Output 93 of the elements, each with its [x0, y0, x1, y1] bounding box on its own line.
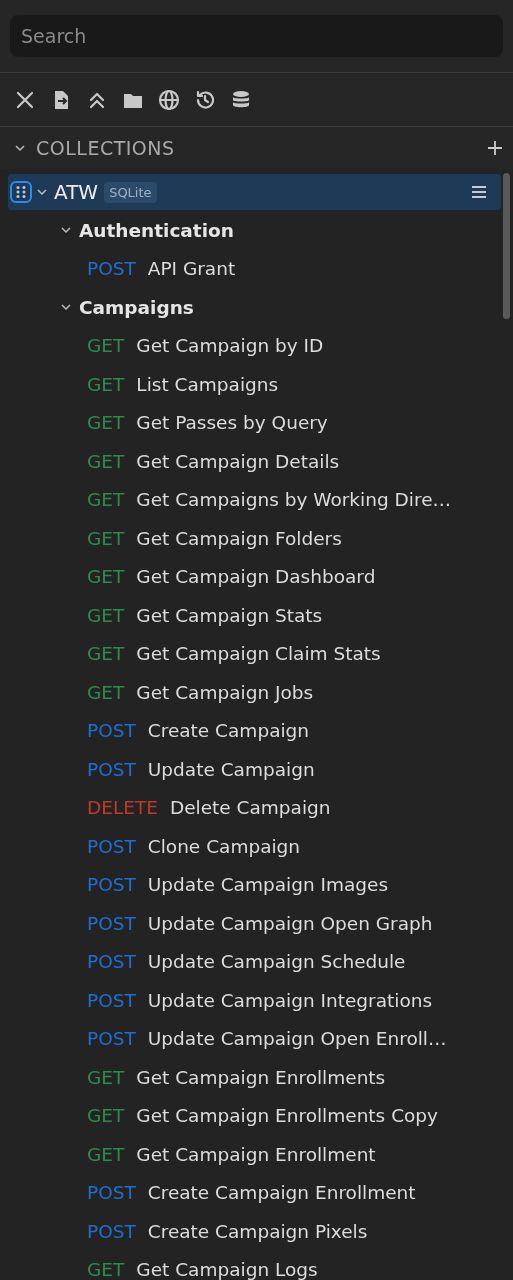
scrollbar-thumb[interactable]	[503, 173, 510, 319]
request-name: Get Campaign Stats	[136, 604, 323, 626]
request-item[interactable]: POST Update Campaign Integrations	[8, 981, 501, 1020]
search-field[interactable]: Search	[10, 15, 503, 57]
method-label: GET	[87, 335, 125, 357]
method-label: GET	[87, 489, 125, 511]
request-name: API Grant	[147, 258, 236, 280]
tree-folder[interactable]: Campaigns	[8, 288, 501, 327]
request-item[interactable]: GET Get Campaign by ID	[8, 326, 501, 365]
request-item[interactable]: POST Update Campaign Open Enroll…	[8, 1019, 501, 1058]
tree-folder[interactable]: Authentication	[8, 211, 501, 250]
request-name: Get Campaign Logs	[136, 1259, 318, 1280]
method-label: GET	[87, 527, 125, 549]
request-name: Get Campaign Details	[136, 450, 340, 472]
request-item[interactable]: GET Get Campaign Enrollments Copy	[8, 1096, 501, 1135]
plus-icon[interactable]	[487, 140, 503, 156]
menu-icon[interactable]	[471, 185, 487, 199]
request-item[interactable]: GET Get Campaign Enrollment	[8, 1135, 501, 1174]
request-item[interactable]: GET Get Campaign Claim Stats	[8, 634, 501, 673]
method-label: GET	[87, 373, 125, 395]
collection-row[interactable]: ATW SQLite	[8, 174, 501, 210]
request-item[interactable]: GET List Campaigns	[8, 365, 501, 404]
method-label: POST	[87, 951, 136, 973]
request-name: List Campaigns	[136, 373, 279, 395]
request-item[interactable]: POST Create Campaign Pixels	[8, 1212, 501, 1251]
database-badge: SQLite	[104, 181, 157, 203]
request-name: Update Campaign Integrations	[147, 989, 433, 1011]
request-name: Clone Campaign	[147, 835, 301, 857]
request-item[interactable]: GET Get Campaigns by Working Dire…	[8, 480, 501, 519]
request-name: Create Campaign Enrollment	[147, 1182, 416, 1204]
request-name: Get Campaign Enrollment	[136, 1143, 376, 1165]
request-name: Get Passes by Query	[136, 412, 328, 434]
request-item[interactable]: POST Update Campaign	[8, 750, 501, 789]
method-label: GET	[87, 604, 125, 626]
method-label: POST	[87, 258, 136, 280]
request-item[interactable]: GET Get Campaign Enrollments	[8, 1058, 501, 1097]
chevron-down-icon[interactable]	[36, 186, 48, 198]
method-label: POST	[87, 874, 136, 896]
request-name: Update Campaign	[147, 758, 315, 780]
method-label: POST	[87, 912, 136, 934]
request-item[interactable]: POST Clone Campaign	[8, 827, 501, 866]
request-name: Get Campaign by ID	[136, 335, 324, 357]
request-name: Get Campaign Jobs	[136, 681, 314, 703]
method-label: GET	[87, 1066, 125, 1088]
method-label: GET	[87, 643, 125, 665]
method-label: GET	[87, 1259, 125, 1280]
request-item[interactable]: GET Get Campaign Details	[8, 442, 501, 481]
request-item[interactable]: POST API Grant	[8, 249, 501, 288]
request-item[interactable]: GET Get Campaign Dashboard	[8, 557, 501, 596]
request-name: Create Campaign	[147, 720, 310, 742]
method-label: POST	[87, 758, 136, 780]
request-name: Get Campaign Enrollments Copy	[136, 1105, 439, 1127]
method-label: POST	[87, 835, 136, 857]
method-label: GET	[87, 1105, 125, 1127]
request-item[interactable]: DELETE Delete Campaign	[8, 788, 501, 827]
request-name: Get Campaign Folders	[136, 527, 342, 549]
collection-name: ATW	[54, 180, 99, 204]
request-name: Update Campaign Images	[147, 874, 389, 896]
method-label: POST	[87, 1220, 136, 1242]
method-label: GET	[87, 681, 125, 703]
request-name: Delete Campaign	[169, 797, 331, 819]
request-item[interactable]: GET Get Passes by Query	[8, 403, 501, 442]
request-name: Update Campaign Open Graph	[147, 912, 433, 934]
request-name: Get Campaign Claim Stats	[136, 643, 381, 665]
request-item[interactable]: GET Get Campaign Folders	[8, 519, 501, 558]
request-item[interactable]: GET Get Campaign Logs	[8, 1250, 501, 1280]
method-label: DELETE	[87, 797, 158, 819]
request-item[interactable]: POST Create Campaign	[8, 711, 501, 750]
request-item[interactable]: POST Create Campaign Enrollment	[8, 1173, 501, 1212]
request-name: Get Campaigns by Working Dire…	[136, 489, 452, 511]
method-label: POST	[87, 1028, 136, 1050]
request-name: Create Campaign Pixels	[147, 1220, 368, 1242]
method-label: POST	[87, 720, 136, 742]
globe-icon[interactable]	[158, 88, 180, 111]
request-item[interactable]: POST Update Campaign Schedule	[8, 942, 501, 981]
history-icon[interactable]	[194, 88, 216, 111]
method-label: GET	[87, 412, 125, 434]
section-title: COLLECTIONS	[36, 137, 176, 159]
request-name: Get Campaign Enrollments	[136, 1066, 386, 1088]
request-name: Update Campaign Open Enroll…	[147, 1028, 447, 1050]
request-item[interactable]: POST Update Campaign Open Graph	[8, 904, 501, 943]
request-name: Get Campaign Dashboard	[136, 566, 376, 588]
method-label: GET	[87, 1143, 125, 1165]
method-label: POST	[87, 1182, 136, 1204]
method-label: POST	[87, 989, 136, 1011]
request-name: Update Campaign Schedule	[147, 951, 406, 973]
method-label: GET	[87, 566, 125, 588]
method-label: GET	[87, 450, 125, 472]
drag-handle-icon[interactable]	[10, 181, 32, 203]
request-item[interactable]: POST Update Campaign Images	[8, 865, 501, 904]
request-item[interactable]: GET Get Campaign Stats	[8, 596, 501, 635]
chevron-down-icon[interactable]	[14, 142, 26, 154]
request-item[interactable]: GET Get Campaign Jobs	[8, 673, 501, 712]
